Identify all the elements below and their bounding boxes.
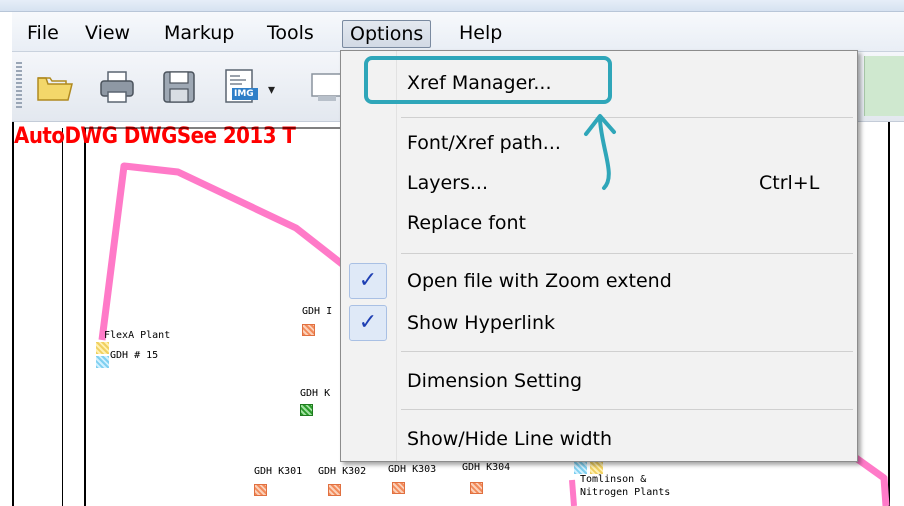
annotation-arrow-icon [584, 114, 616, 190]
